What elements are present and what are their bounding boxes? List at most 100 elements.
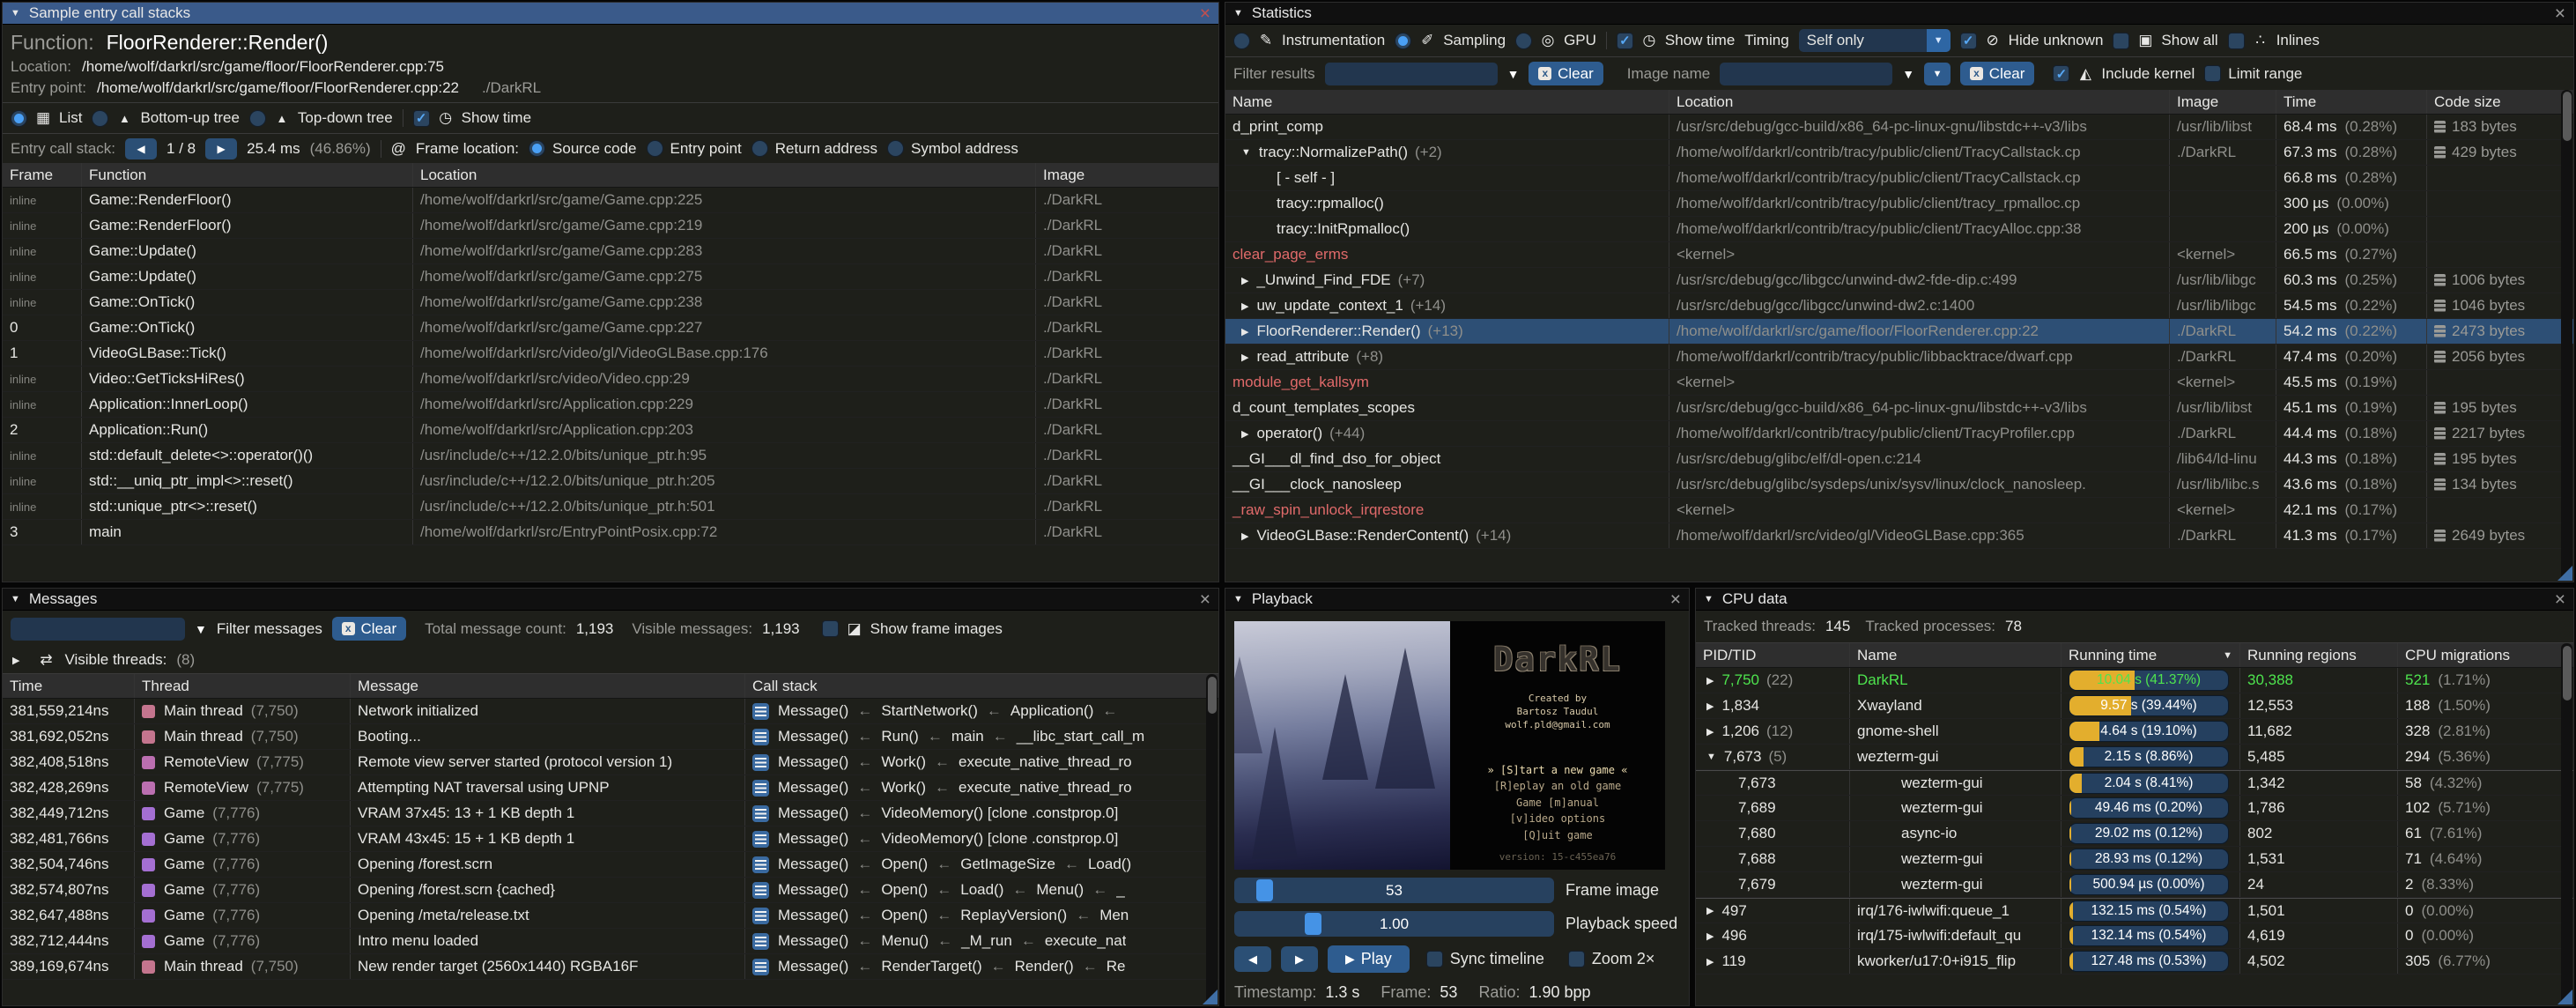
radio-icon[interactable]	[529, 140, 545, 157]
process-name[interactable]: wezterm-gui	[1850, 796, 2062, 820]
callstack-frame-link[interactable]: Run()	[881, 728, 919, 745]
image-dropdown-button[interactable]: ▼	[1924, 63, 1951, 85]
cpu-row[interactable]: ▶ 496 irq/175-iwlwifi:default_qu 132.14 …	[1696, 923, 2573, 949]
cpu-row[interactable]: ▶ 1,206 (12) gnome-shell 4.64 s (19.10%)…	[1696, 719, 2573, 745]
thread-name[interactable]: Game	[164, 881, 204, 899]
callstack-icon[interactable]	[752, 729, 769, 745]
stat-mode-radio[interactable]: Instrumentation	[1233, 32, 1385, 49]
collapse-icon[interactable]: ▼	[11, 8, 20, 19]
symbol-name[interactable]: operator()	[1256, 425, 1322, 442]
cpu-row[interactable]: ▼ 7,673 (5) wezterm-gui 2.15 s (8.86%) 5…	[1696, 745, 2573, 770]
col-image[interactable]: Image	[1036, 163, 1218, 187]
function-cell[interactable]: Application::Run()	[82, 418, 413, 442]
call-stack-row[interactable]: inline std::default_delete<>::operator()…	[3, 443, 1218, 469]
call-stack-row[interactable]: inline Game::Update() /home/wolf/darkrl/…	[3, 264, 1218, 290]
statistics-row[interactable]: ▶ FloorRenderer::Render() (+13) /home/wo…	[1225, 319, 2573, 345]
radio-icon[interactable]	[887, 140, 904, 157]
checkbox-icon[interactable]	[822, 620, 839, 637]
visible-threads-label[interactable]: Visible threads:	[64, 651, 167, 669]
process-name[interactable]: wezterm-gui	[1850, 771, 2062, 795]
call-stack-row[interactable]: inline Video::GetTicksHiRes() /home/wolf…	[3, 367, 1218, 392]
location-cell[interactable]: /home/wolf/darkrl/src/game/Game.cpp:225	[413, 188, 1036, 212]
function-cell[interactable]: Game::OnTick()	[82, 290, 413, 315]
callstack-frame-link[interactable]: Message()	[778, 830, 848, 848]
col-running-regions[interactable]: Running regions	[2240, 643, 2398, 667]
collapse-icon[interactable]: ▼	[1233, 8, 1243, 19]
callstack-frame-link[interactable]: execute_native_thread_ro	[959, 779, 1132, 797]
collapse-icon[interactable]: ▼	[1704, 594, 1714, 604]
callstack-icon[interactable]	[752, 805, 769, 822]
callstack-frame-link[interactable]: Message()	[778, 907, 848, 924]
location-cell[interactable]: /usr/src/debug/gcc/libgcc/unwind-dw2.c:1…	[1669, 293, 2170, 318]
expander-icon[interactable]: ▼	[1241, 147, 1251, 158]
location-cell[interactable]: /home/wolf/darkrl/src/EntryPointPosix.cp…	[413, 520, 1036, 545]
callstack-frame-link[interactable]: Load()	[1088, 856, 1131, 873]
callstack-frame-link[interactable]: Open()	[881, 881, 928, 899]
checkbox-icon[interactable]	[413, 110, 430, 127]
show-frame-images-checkbox[interactable]: Show frame images	[822, 620, 1003, 638]
expander-icon[interactable]: ▶	[1241, 530, 1248, 542]
col-call-stack[interactable]: Call stack	[745, 674, 1218, 698]
callstack-frame-link[interactable]: StartNetwork()	[881, 702, 978, 720]
symbol-name[interactable]: tracy::NormalizePath()	[1259, 144, 1408, 161]
message-row[interactable]: 381,559,214ns Main thread (7,750) Networ…	[3, 699, 1218, 724]
callstack-frame-link[interactable]: Message()	[778, 958, 848, 975]
location-cell[interactable]: /home/wolf/darkrl/src/game/Game.cpp:238	[413, 290, 1036, 315]
symbol-name[interactable]: clear_page_erms	[1232, 246, 1348, 263]
location-cell[interactable]: <kernel>	[1669, 498, 2170, 523]
callstack-icon[interactable]	[752, 703, 769, 720]
statistics-row[interactable]: tracy::InitRpmalloc() /home/wolf/darkrl/…	[1225, 217, 2573, 242]
call-stack-row[interactable]: 3 main /home/wolf/darkrl/src/EntryPointP…	[3, 520, 1218, 545]
function-cell[interactable]: Game::Update()	[82, 239, 413, 263]
callstack-icon[interactable]	[752, 856, 769, 873]
call-stack-row[interactable]: inline Game::Update() /home/wolf/darkrl/…	[3, 239, 1218, 264]
callstack-frame-link[interactable]: Open()	[881, 856, 928, 873]
call-stack-row[interactable]: inline Game::RenderFloor() /home/wolf/da…	[3, 213, 1218, 239]
checkbox-icon[interactable]	[2228, 33, 2245, 49]
thread-name[interactable]: Main thread	[164, 958, 243, 975]
process-name[interactable]: DarkRL	[1850, 668, 2062, 693]
statistics-row[interactable]: clear_page_erms <kernel> <kernel> 66.5 m…	[1225, 242, 2573, 268]
resize-grip[interactable]	[1203, 989, 1218, 1004]
callstack-icon[interactable]	[752, 780, 769, 797]
process-name[interactable]: wezterm-gui	[1850, 745, 2062, 769]
location-cell[interactable]: /home/wolf/darkrl/contrib/tracy/public/c…	[1669, 217, 2170, 241]
location-cell[interactable]: /home/wolf/darkrl/src/game/Game.cpp:283	[413, 239, 1036, 263]
col-time[interactable]: Time	[2276, 90, 2427, 114]
statistics-row[interactable]: ▶ read_attribute (+8) /home/wolf/darkrl/…	[1225, 345, 2573, 370]
callstack-frame-link[interactable]: Render()	[1015, 958, 1074, 975]
symbol-name[interactable]: VideoGLBase::RenderContent()	[1256, 527, 1469, 545]
view-mode-radio[interactable]: List	[11, 109, 82, 127]
col-message[interactable]: Message	[351, 674, 745, 698]
callstack-frame-link[interactable]: Message()	[778, 804, 848, 822]
panel-titlebar[interactable]: ▼ Sample entry call stacks ×	[3, 3, 1218, 25]
timing-dropdown[interactable]: Self only ▼	[1799, 29, 1951, 52]
function-cell[interactable]: Game::RenderFloor()	[82, 213, 413, 238]
playback-speed-slider[interactable]: 1.00	[1234, 911, 1554, 937]
sync-timeline-checkbox[interactable]: Sync timeline	[1426, 950, 1544, 968]
location-cell[interactable]: /home/wolf/darkrl/src/video/gl/VideoGLBa…	[1669, 523, 2170, 548]
checkbox-icon[interactable]	[2204, 65, 2221, 82]
col-function[interactable]: Function	[82, 163, 413, 187]
symbol-name[interactable]: __GI___dl_find_dso_for_object	[1232, 450, 1440, 468]
message-row[interactable]: 382,712,444ns Game (7,776) Intro menu lo…	[3, 929, 1218, 954]
cpu-row[interactable]: ▶ 497 irq/176-iwlwifi:queue_1 132.15 ms …	[1696, 898, 2573, 923]
function-cell[interactable]: Game::Update()	[82, 264, 413, 289]
callstack-frame-link[interactable]: Message()	[778, 753, 848, 771]
location-cell[interactable]: /usr/include/c++/12.2.0/bits/unique_ptr.…	[413, 469, 1036, 493]
location-cell[interactable]: /usr/src/debug/glibc/elf/dl-open.c:214	[1669, 447, 2170, 471]
callstack-frame-link[interactable]: _M_run	[961, 932, 1012, 950]
filter-results-input[interactable]	[1325, 63, 1498, 85]
location-cell[interactable]: /home/wolf/darkrl/src/game/floor/FloorRe…	[1669, 319, 2170, 344]
statistics-row[interactable]: module_get_kallsym <kernel> <kernel> 45.…	[1225, 370, 2573, 396]
message-filter-input[interactable]	[11, 618, 185, 641]
function-cell[interactable]: Game::RenderFloor()	[82, 188, 413, 212]
location-cell[interactable]: /home/wolf/darkrl/contrib/tracy/public/c…	[1669, 191, 2170, 216]
panel-titlebar[interactable]: ▼ CPU data ×	[1696, 589, 2573, 611]
callstack-frame-link[interactable]: main	[951, 728, 984, 745]
statistics-row[interactable]: [ - self - ] /home/wolf/darkrl/contrib/t…	[1225, 166, 2573, 191]
hide-unknown-checkbox[interactable]: Hide unknown	[1960, 32, 2104, 49]
collapse-icon[interactable]: ▼	[1233, 594, 1243, 604]
message-row[interactable]: 382,428,269ns RemoteView (7,775) Attempt…	[3, 775, 1218, 801]
location-cell[interactable]: <kernel>	[1669, 370, 2170, 395]
